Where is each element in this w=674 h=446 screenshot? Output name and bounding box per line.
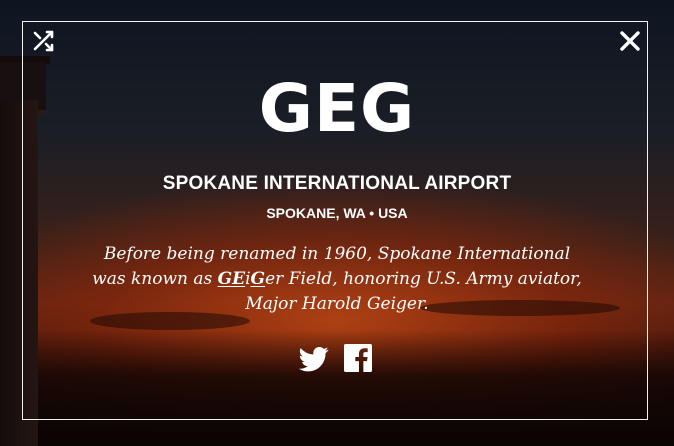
fact-highlight-ge: GE xyxy=(217,269,246,289)
shuffle-icon[interactable] xyxy=(31,29,55,53)
facebook-icon[interactable] xyxy=(344,344,372,376)
airport-fact: Before being renamed in 1960, Spokane In… xyxy=(92,242,582,317)
close-icon[interactable] xyxy=(618,29,642,53)
fact-highlight-g: G xyxy=(250,269,266,289)
airport-name: SPOKANE INTERNATIONAL AIRPORT xyxy=(162,173,512,194)
fact-text: er Field, honoring U.S. Army aviator, Ma… xyxy=(245,269,582,314)
airport-code: GEG xyxy=(258,70,416,147)
twitter-icon[interactable] xyxy=(298,344,330,376)
airport-location: SPOKANE, WA • USA xyxy=(266,205,408,221)
